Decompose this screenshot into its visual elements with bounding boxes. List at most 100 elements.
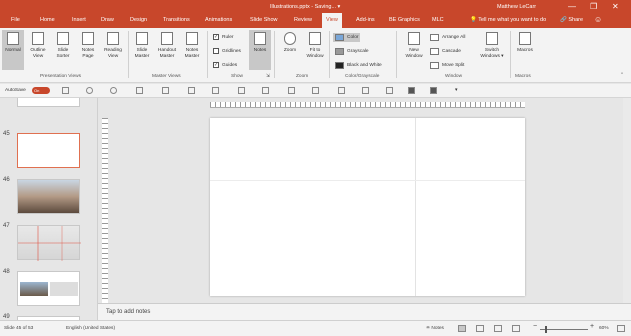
slide-number: 45	[3, 131, 10, 137]
arrange-icon[interactable]	[188, 87, 195, 94]
group-label-master-views: Master Views	[152, 74, 181, 79]
shape-icon[interactable]	[162, 87, 169, 94]
send-backward-icon[interactable]	[312, 87, 319, 94]
tab-file[interactable]: File	[11, 17, 20, 23]
slide-number: 46	[3, 177, 10, 183]
show-dialog-launcher-icon[interactable]: ⇲	[266, 74, 270, 79]
gridlines-checkbox[interactable]: Gridlines	[213, 48, 241, 54]
slide-show-status-icon[interactable]	[512, 325, 520, 332]
tab-add-ins[interactable]: Add-ins	[356, 17, 375, 23]
outline-view-icon	[32, 32, 44, 45]
feedback-icon[interactable]: ☺	[594, 15, 602, 24]
tab-review[interactable]: Review	[294, 17, 312, 23]
present-from-start-icon[interactable]	[136, 87, 143, 94]
crop-icon[interactable]	[362, 87, 369, 94]
language-indicator[interactable]: English (United States)	[66, 326, 115, 331]
tab-be-graphics[interactable]: BE Graphics	[389, 17, 420, 23]
zoom-level[interactable]: 60%	[599, 326, 609, 331]
tab-draw[interactable]: Draw	[101, 17, 114, 23]
user-name[interactable]: Matthew LeCarr	[497, 4, 536, 10]
cascade-button[interactable]: Cascade	[430, 48, 461, 55]
slide-sorter-button[interactable]: Slide Sorter	[52, 30, 74, 70]
share-button[interactable]: 🔗 Share	[560, 17, 583, 23]
tab-transitions[interactable]: Transitions	[163, 17, 190, 23]
slide-thumbnail-selected[interactable]	[17, 133, 80, 168]
selection-pane-icon[interactable]	[338, 87, 345, 94]
guide-lines-graphic	[18, 226, 81, 261]
zoom-slider-track[interactable]	[540, 329, 588, 330]
notes-placeholder[interactable]: Tap to add notes	[106, 309, 150, 315]
notes-master-button[interactable]: Notes Master	[181, 30, 203, 70]
outline-view-button[interactable]: Outline View	[27, 30, 49, 70]
notes-pane[interactable]: Tap to add notes	[98, 303, 631, 320]
zoom-slider-thumb[interactable]	[545, 326, 547, 333]
close-icon[interactable]: ✕	[612, 2, 619, 11]
macros-button[interactable]: Macros	[514, 30, 536, 70]
bring-forward-icon[interactable]	[288, 87, 295, 94]
grayscale-button[interactable]: Grayscale	[335, 48, 369, 55]
tab-animations[interactable]: Animations	[205, 17, 232, 23]
vertical-scrollbar[interactable]	[623, 98, 631, 303]
slide-thumbnail[interactable]	[17, 271, 80, 306]
distribute-icon[interactable]	[408, 87, 415, 94]
zoom-button[interactable]: Zoom	[279, 30, 301, 70]
restore-icon[interactable]: ❐	[590, 2, 597, 11]
move-split-button[interactable]: Move Split	[430, 62, 464, 69]
notes-status-button[interactable]: ≐ Notes	[426, 326, 444, 331]
zoom-out-button[interactable]: −	[533, 323, 537, 330]
zoom-in-button[interactable]: +	[590, 323, 594, 330]
slide-thumbnail[interactable]	[17, 225, 81, 261]
reading-view-status-icon[interactable]	[494, 325, 502, 332]
fit-slide-icon[interactable]	[430, 87, 437, 94]
document-title[interactable]: Illustrations.pptx - Saving... ▾	[270, 4, 340, 10]
collapse-ribbon-icon[interactable]: ⌃	[620, 73, 624, 78]
color-button[interactable]: Color	[333, 33, 361, 42]
switch-windows-button[interactable]: Switch Windows ▾	[477, 30, 507, 70]
tab-home[interactable]: Home	[40, 17, 55, 23]
tab-design[interactable]: Design	[130, 17, 147, 23]
group-label-presentation-views: Presentation Views	[40, 74, 81, 79]
tab-insert[interactable]: Insert	[72, 17, 86, 23]
redo-icon[interactable]	[110, 87, 117, 94]
notes-toggle-button[interactable]: Notes	[249, 30, 271, 70]
save-icon[interactable]	[62, 87, 69, 94]
reading-view-button[interactable]: Reading View	[102, 30, 124, 70]
align-icon[interactable]	[212, 87, 219, 94]
tab-view[interactable]: View	[322, 13, 342, 28]
horizontal-guide[interactable]	[210, 180, 525, 181]
reading-view-icon	[107, 32, 119, 45]
customize-toolbar-icon[interactable]: ▾	[455, 87, 462, 94]
ungroup-icon[interactable]	[262, 87, 269, 94]
tab-slide-show[interactable]: Slide Show	[250, 17, 278, 23]
group-label-window: Window	[445, 74, 463, 79]
slide-sorter-status-icon[interactable]	[476, 325, 484, 332]
tell-me-search[interactable]: 💡 Tell me what you want to do	[470, 17, 546, 23]
group-label-color-grayscale: Color/Grayscale	[345, 74, 380, 79]
notes-page-button[interactable]: Notes Page	[77, 30, 99, 70]
guides-checkbox[interactable]: ✓ Guides	[213, 62, 237, 68]
black-and-white-button[interactable]: Black and White	[335, 62, 382, 69]
arrange-all-button[interactable]: Arrange All	[430, 34, 465, 41]
new-window-button[interactable]: New Window	[401, 30, 427, 70]
arrange-all-icon	[430, 34, 439, 41]
slide-thumbnail[interactable]	[17, 179, 80, 214]
vertical-guide[interactable]	[415, 118, 416, 296]
format-painter-icon[interactable]	[386, 87, 393, 94]
normal-view-status-icon[interactable]	[458, 325, 466, 332]
macros-icon	[519, 32, 531, 45]
autosave-label: AutoSave	[5, 88, 26, 93]
fit-to-window-icon	[309, 32, 321, 45]
slide-thumbnail[interactable]	[17, 98, 80, 107]
fit-to-window-button[interactable]: Fit to Window	[304, 30, 326, 70]
fit-slide-to-window-icon[interactable]	[617, 325, 625, 332]
minimize-icon[interactable]: —	[568, 2, 576, 11]
tab-mlc[interactable]: MLC	[432, 17, 444, 23]
ruler-checkbox[interactable]: ✓ Ruler	[213, 34, 233, 40]
undo-icon[interactable]	[86, 87, 93, 94]
slide-canvas[interactable]	[210, 118, 525, 296]
normal-view-button[interactable]: Normal	[2, 30, 24, 70]
group-icon[interactable]	[238, 87, 245, 94]
slide-master-button[interactable]: Slide Master	[131, 30, 153, 70]
handout-master-button[interactable]: Handout Master	[156, 30, 178, 70]
autosave-toggle[interactable]: On	[32, 87, 50, 94]
